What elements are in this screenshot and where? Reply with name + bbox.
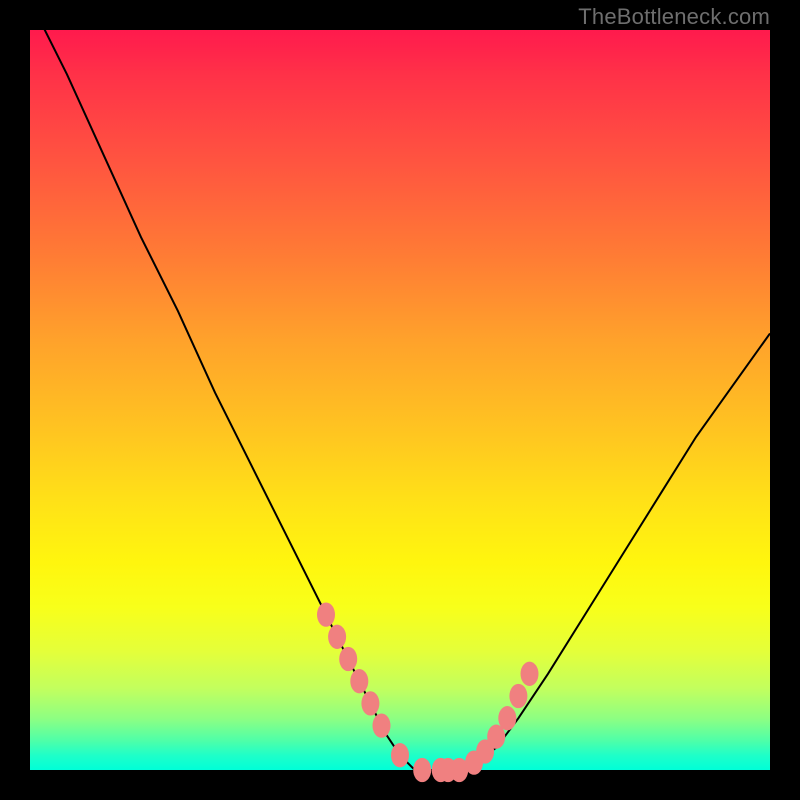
highlight-dot [361,691,379,715]
highlight-dot [317,602,335,626]
highlight-dot [373,713,391,737]
highlight-dot [339,647,357,671]
highlight-dot [391,743,409,767]
watermark-text: TheBottleneck.com [578,4,770,30]
highlight-dots [317,602,539,782]
plot-area [30,30,770,770]
curve-svg [30,30,770,770]
highlight-dot [350,669,368,693]
highlight-dot [498,706,516,730]
highlight-dot [328,625,346,649]
bottleneck-curve [30,0,770,770]
highlight-dot [509,684,527,708]
highlight-dot [413,758,431,782]
chart-frame: TheBottleneck.com [0,0,800,800]
highlight-dot [521,662,539,686]
